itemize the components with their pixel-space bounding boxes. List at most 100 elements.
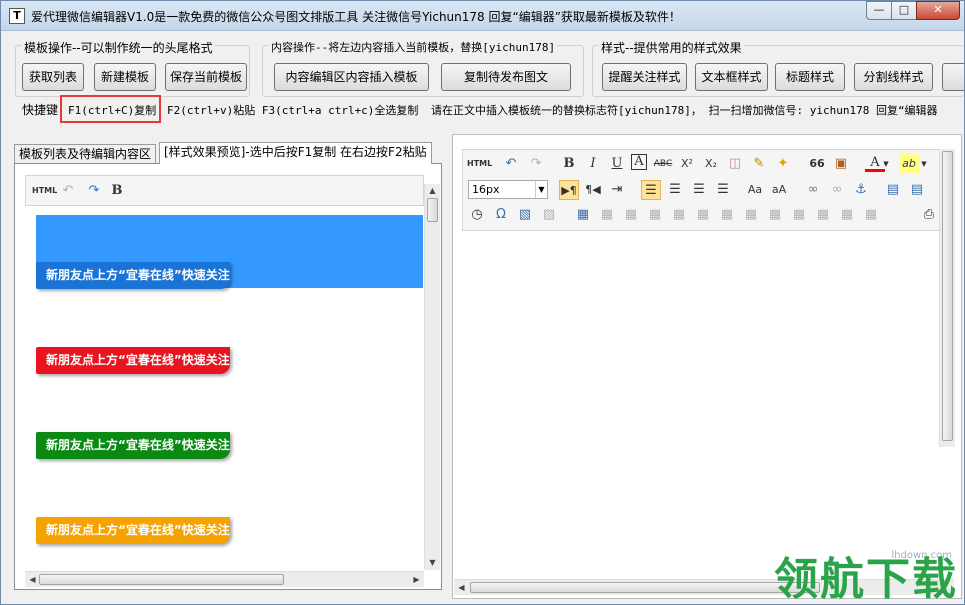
font-border-icon[interactable]: A: [631, 154, 647, 170]
scroll-thumb[interactable]: [427, 198, 438, 222]
split-rows-icon[interactable]: ▦: [813, 205, 833, 225]
scroll-down-arrow[interactable]: ▼: [425, 556, 440, 570]
window-title: 爱代理微信编辑器V1.0是一款免费的微信公众号图文排版工具 关注微信号Yichu…: [31, 10, 681, 24]
scroll-thumb[interactable]: [942, 151, 953, 441]
scroll-left-arrow[interactable]: ◀: [25, 573, 40, 587]
get-list-button[interactable]: 获取列表: [22, 63, 84, 91]
html-source-icon[interactable]: HTML: [467, 154, 492, 174]
textbox-style-button[interactable]: 文本框样式: [695, 63, 768, 91]
window-controls: — □ ✕: [866, 1, 960, 20]
title-bar: T 爱代理微信编辑器V1.0是一款免费的微信公众号图文排版工具 关注微信号Yic…: [1, 1, 964, 31]
delete-row-icon[interactable]: ▦: [645, 205, 665, 225]
paste-plain-icon[interactable]: ▣: [831, 154, 851, 174]
bold-icon[interactable]: B: [107, 181, 127, 201]
anchor-icon[interactable]: ⚓: [851, 180, 871, 200]
follow-bar-orange[interactable]: 新朋友点上方“宜春在线”快速关注: [36, 517, 230, 544]
table-delete-icon[interactable]: ▦: [597, 205, 617, 225]
tab-style-preview[interactable]: [样式效果预览]-选中后按F1复制 在右边按F2粘贴: [159, 142, 432, 164]
italic-icon[interactable]: I: [583, 154, 603, 174]
shortcut-f2-f3: F2(ctrl+v)粘贴 F3(ctrl+a ctrl+c)全选复制: [167, 104, 419, 117]
bold-icon[interactable]: B: [559, 154, 579, 174]
split-cells-icon[interactable]: ▦: [789, 205, 809, 225]
align-right-icon[interactable]: ☰: [689, 180, 709, 200]
title-style-button[interactable]: 标题样式: [775, 63, 845, 91]
insert-col-icon[interactable]: ▦: [669, 205, 689, 225]
left-vertical-scrollbar[interactable]: ▲ ▼: [424, 184, 440, 570]
follow-style-button[interactable]: 提醒关注样式: [602, 63, 687, 91]
html-source-icon[interactable]: HTML: [32, 181, 57, 201]
align-justify-icon[interactable]: ☰: [713, 180, 733, 200]
app-window: T 爱代理微信编辑器V1.0是一款免费的微信公众号图文排版工具 关注微信号Yic…: [0, 0, 965, 605]
more-style-button[interactable]: [942, 63, 964, 91]
background-color-icon[interactable]: ab: [899, 154, 919, 174]
h-scroll-thumb[interactable]: [39, 574, 284, 585]
merge-cells-icon[interactable]: ▦: [717, 205, 737, 225]
insert-row-icon[interactable]: ▦: [621, 205, 641, 225]
scroll-up-arrow[interactable]: ▲: [425, 184, 440, 198]
shortcut-f1: F1(ctrl+C)复制: [68, 104, 157, 117]
content-edit-area[interactable]: [463, 232, 939, 542]
minimize-button[interactable]: —: [866, 1, 892, 20]
insert-frame-icon[interactable]: ▨: [539, 205, 559, 225]
ltr-direction-icon[interactable]: ▶¶: [559, 180, 579, 200]
chevron-down-icon[interactable]: ▼: [919, 154, 929, 174]
insert-into-template-button[interactable]: 内容编辑区内容插入模板: [274, 63, 429, 91]
special-chars-icon[interactable]: Ω: [491, 205, 511, 225]
save-template-button[interactable]: 保存当前模板: [165, 63, 247, 91]
follow-bar-blue[interactable]: 新朋友点上方“宜春在线”快速关注: [36, 262, 230, 289]
watermark-text: 领航下载: [774, 554, 958, 605]
auto-format-icon[interactable]: ✦: [773, 154, 793, 174]
redo-icon[interactable]: ↷: [84, 181, 104, 201]
scroll-left-arrow[interactable]: ◀: [454, 581, 469, 595]
underline-icon[interactable]: U: [607, 154, 627, 174]
chevron-down-icon: ▼: [535, 181, 547, 198]
unlink-icon[interactable]: ∞: [827, 180, 847, 200]
subscript-icon[interactable]: X₂: [701, 154, 721, 174]
left-editor-toolbar: HTML ↶ ↷ B: [25, 175, 424, 206]
image-float-none-icon[interactable]: ▤: [883, 180, 903, 200]
merge-down-icon[interactable]: ▦: [765, 205, 785, 225]
copy-publish-button[interactable]: 复制待发布图文: [441, 63, 571, 91]
split-cols-icon[interactable]: ▦: [837, 205, 857, 225]
undo-icon[interactable]: ↶: [501, 154, 521, 174]
watermark-logo: lhdown.com 领航下载: [758, 550, 958, 604]
fontsize-select[interactable]: 16px ▼: [468, 180, 548, 199]
to-uppercase-icon[interactable]: Aa: [745, 180, 765, 200]
format-brush-icon[interactable]: ✎: [749, 154, 769, 174]
chevron-down-icon[interactable]: ▼: [881, 154, 891, 174]
blockquote-icon[interactable]: 66: [807, 154, 827, 174]
template-ops-legend: 模板操作--可以制作统一的头尾格式: [22, 39, 215, 56]
insert-image-icon[interactable]: ▧: [515, 205, 535, 225]
rtl-direction-icon[interactable]: ¶◀: [583, 180, 603, 200]
redo-icon[interactable]: ↷: [526, 154, 546, 174]
indent-icon[interactable]: ⇥: [607, 180, 627, 200]
image-float-left-icon[interactable]: ▤: [907, 180, 927, 200]
style-preview-area: 新朋友点上方“宜春在线”快速关注 新朋友点上方“宜春在线”快速关注 新朋友点上方…: [22, 209, 423, 569]
scroll-right-arrow[interactable]: ▶: [409, 573, 424, 587]
eraser-icon[interactable]: ◫: [725, 154, 745, 174]
follow-bar-red[interactable]: 新朋友点上方“宜春在线”快速关注: [36, 347, 230, 374]
tab-template-list[interactable]: 模板列表及待编辑内容区: [14, 144, 157, 163]
follow-bar-green[interactable]: 新朋友点上方“宜春在线”快速关注: [36, 432, 230, 459]
align-center-icon[interactable]: ☰: [665, 180, 685, 200]
delete-col-icon[interactable]: ▦: [693, 205, 713, 225]
new-template-button[interactable]: 新建模板: [94, 63, 156, 91]
maximize-button[interactable]: □: [891, 1, 917, 20]
link-icon[interactable]: ∞: [803, 180, 823, 200]
right-vertical-scrollbar[interactable]: [939, 149, 955, 447]
close-button[interactable]: ✕: [916, 1, 960, 20]
print-icon[interactable]: ⎙: [919, 205, 939, 225]
insert-table-icon[interactable]: ▦: [573, 205, 593, 225]
style-ops-legend: 样式--提供常用的样式效果: [599, 39, 744, 56]
merge-right-icon[interactable]: ▦: [741, 205, 761, 225]
app-icon: T: [9, 8, 25, 24]
to-lowercase-icon[interactable]: aA: [769, 180, 789, 200]
table-props-icon[interactable]: ▦: [861, 205, 881, 225]
align-left-icon[interactable]: ☰: [641, 180, 661, 200]
clock-icon[interactable]: ◷: [467, 205, 487, 225]
superscript-icon[interactable]: X²: [677, 154, 697, 174]
left-horizontal-scrollbar[interactable]: ◀ ▶: [25, 571, 424, 587]
strikethrough-icon[interactable]: ABC: [653, 154, 673, 174]
divider-style-button[interactable]: 分割线样式: [854, 63, 933, 91]
undo-icon[interactable]: ↶: [58, 181, 78, 201]
